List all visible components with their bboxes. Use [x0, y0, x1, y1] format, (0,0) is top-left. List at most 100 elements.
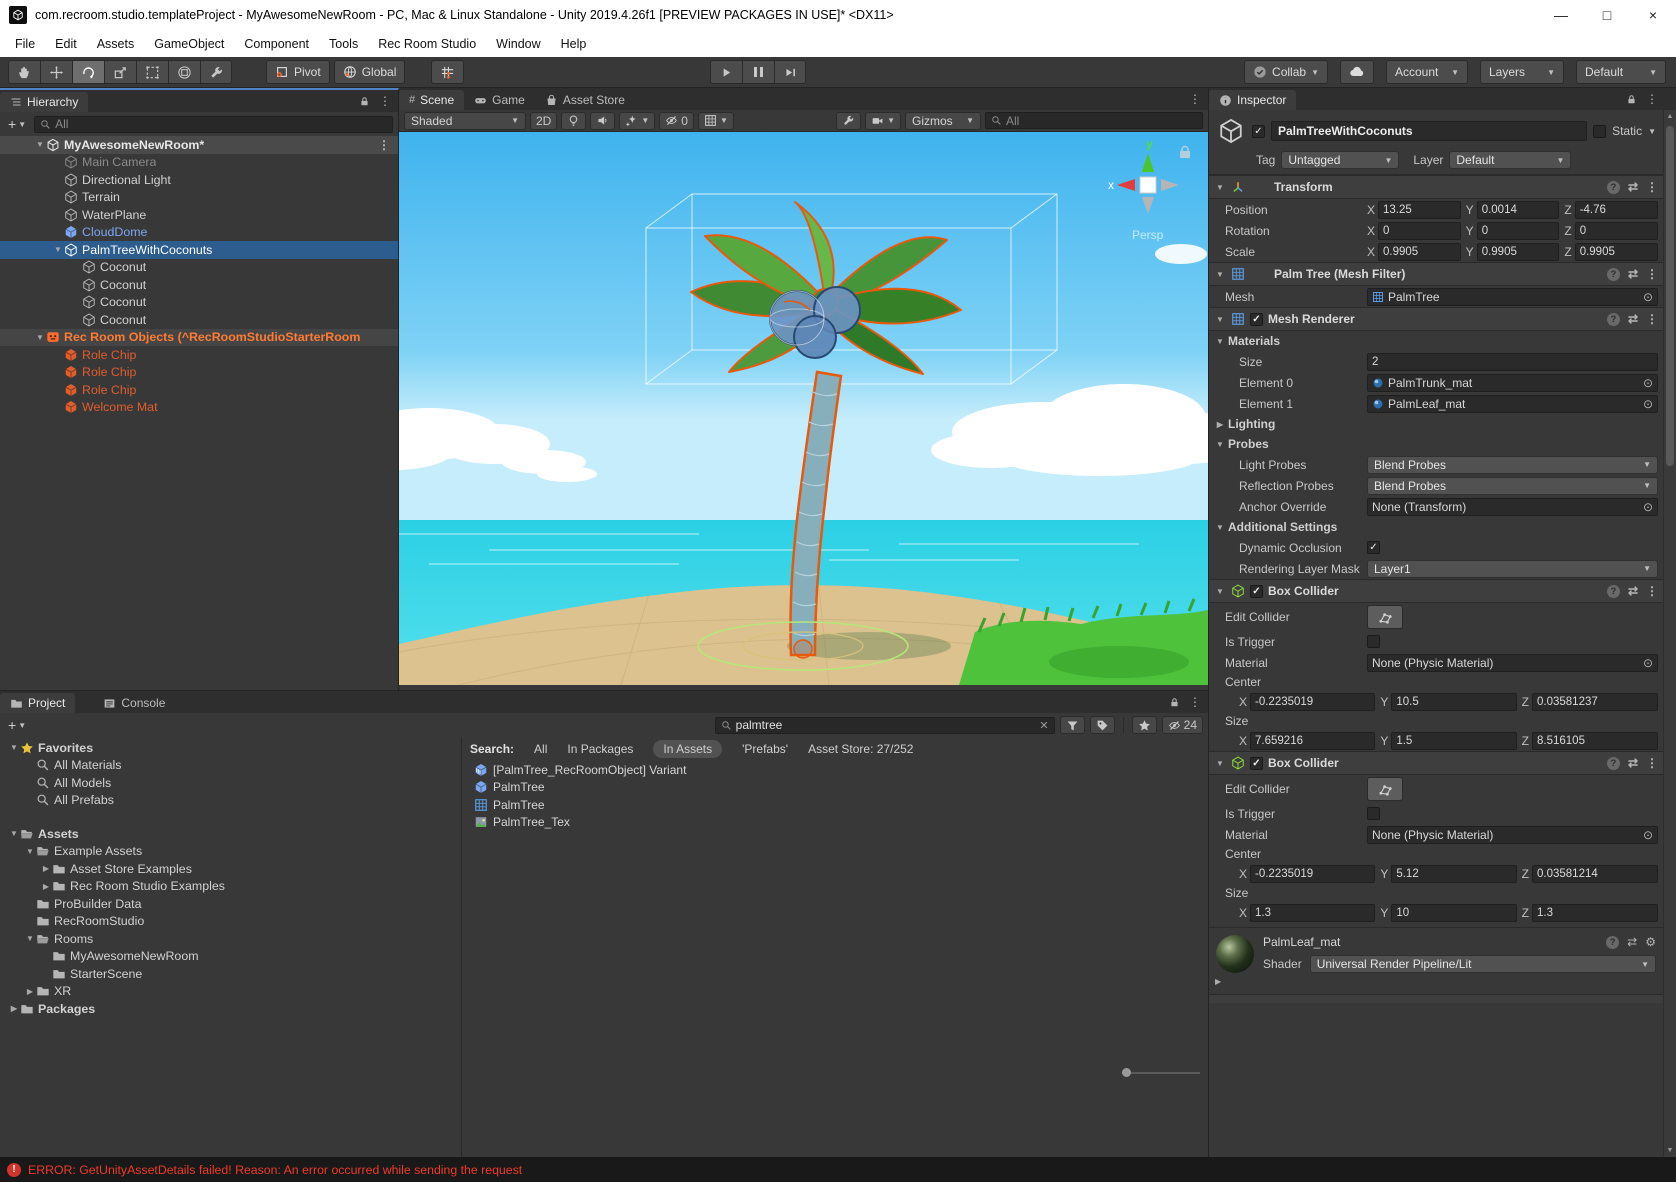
tab-game[interactable]: Game [464, 90, 535, 110]
scale-tool-button[interactable] [104, 60, 136, 84]
collider-material-object-field[interactable]: None (Physic Material)⊙ [1367, 826, 1658, 844]
asset-scale-slider[interactable] [1122, 1068, 1200, 1078]
element-1-object-field[interactable]: PalmLeaf_mat⊙ [1367, 395, 1658, 413]
scene-camera-dropdown[interactable]: ▼ [865, 112, 901, 130]
grid-visual-dropdown[interactable]: ▼ [698, 112, 734, 130]
presets-icon[interactable]: ⇄ [1628, 312, 1638, 326]
project-folder-rec-room-studio-examples[interactable]: ▶Rec Room Studio Examples [0, 878, 461, 896]
expand-arrow-icon[interactable]: ▼ [8, 743, 20, 752]
size-z-field[interactable]: 1.3 [1532, 904, 1658, 922]
search-scope-in-packages[interactable]: In Packages [567, 742, 633, 756]
axis-center-cube[interactable] [1140, 177, 1156, 193]
kebab-menu-icon[interactable]: ⋮ [378, 138, 390, 152]
result-palmtree-tex[interactable]: PalmTree_Tex [462, 814, 1208, 832]
menu-assets[interactable]: Assets [87, 30, 145, 57]
position-x-field[interactable]: 13.25 [1378, 201, 1461, 219]
is-trigger-checkbox[interactable] [1367, 635, 1380, 648]
move-tool-button[interactable] [40, 60, 72, 84]
hierarchy-item-clouddome[interactable]: CloudDome [0, 224, 398, 242]
scale-y-field[interactable]: 0.9905 [1477, 243, 1560, 261]
expand-arrow-icon[interactable]: ▼ [8, 829, 20, 838]
materials-foldout[interactable]: ▼Materials [1209, 331, 1663, 351]
object-picker-icon[interactable]: ⊙ [1643, 376, 1653, 390]
create-menu-button[interactable]: +▼ [5, 116, 29, 132]
hierarchy-item-role-chip[interactable]: Role Chip [0, 364, 398, 382]
size-z-field[interactable]: 8.516105 [1532, 732, 1658, 750]
expand-arrow-icon[interactable]: ▼ [34, 333, 46, 342]
material-foldout-arrow-icon[interactable]: ▶ [1209, 977, 1663, 986]
collab-dropdown[interactable]: Collab▼ [1244, 60, 1328, 84]
probes-foldout[interactable]: ▼Probes [1209, 434, 1663, 454]
gizmos-dropdown[interactable]: Gizmos▼ [905, 112, 981, 130]
scene-tools-button[interactable] [836, 112, 861, 130]
hidden-count-button[interactable]: 24 [1162, 716, 1203, 734]
expand-arrow-icon[interactable]: ▶ [24, 987, 36, 996]
project-folder-packages[interactable]: ▶Packages [0, 1000, 461, 1018]
project-folder-myawesomenewroom[interactable]: MyAwesomeNewRoom [0, 948, 461, 966]
size-y-field[interactable]: 10 [1391, 904, 1516, 922]
kebab-menu-icon[interactable]: ⋮ [1646, 584, 1658, 598]
foldout-arrow-icon[interactable]: ▼ [1214, 759, 1226, 768]
tab-asset-store[interactable]: Asset Store [535, 90, 635, 110]
project-folder-starterscene[interactable]: StarterScene [0, 965, 461, 983]
scale-z-field[interactable]: 0.9905 [1575, 243, 1658, 261]
presets-icon[interactable]: ⇄ [1628, 584, 1638, 598]
search-by-label-button[interactable] [1090, 716, 1115, 734]
help-icon[interactable]: ? [1607, 757, 1620, 770]
favorites-root[interactable]: ▼Favorites [0, 739, 461, 757]
scene-search-input[interactable]: All [985, 112, 1203, 129]
step-button[interactable] [774, 60, 806, 84]
expand-arrow-icon[interactable]: ▼ [52, 245, 64, 254]
kebab-menu-icon[interactable]: ⋮ [1646, 180, 1658, 194]
presets-icon[interactable]: ⇄ [1628, 180, 1638, 194]
dynamic-occlusion-checkbox[interactable]: ✓ [1367, 541, 1380, 554]
project-folder-example-assets[interactable]: ▼Example Assets [0, 843, 461, 861]
lock-icon[interactable] [359, 96, 370, 107]
maximize-button[interactable]: □ [1584, 0, 1630, 30]
presets-icon[interactable]: ⇄ [1628, 756, 1638, 770]
grid-snap-button[interactable] [431, 60, 464, 84]
hand-tool-button[interactable] [8, 60, 40, 84]
hierarchy-item-coconut[interactable]: Coconut [0, 311, 398, 329]
edit-collider-button[interactable] [1367, 605, 1403, 629]
kebab-menu-icon[interactable]: ⋮ [1646, 92, 1658, 106]
chevron-down-icon[interactable]: ▼ [1648, 127, 1656, 136]
kebab-menu-icon[interactable]: ⋮ [1646, 756, 1658, 770]
expand-arrow-icon[interactable]: ▶ [40, 882, 52, 891]
hierarchy-item-role-chip[interactable]: Role Chip [0, 381, 398, 399]
project-folder-xr[interactable]: ▶XR [0, 983, 461, 1001]
kebab-menu-icon[interactable]: ⋮ [1189, 695, 1201, 709]
help-icon[interactable]: ? [1606, 936, 1619, 949]
scroll-down-icon[interactable]: ▼ [1664, 1147, 1676, 1154]
hierarchy-item-role-chip[interactable]: Role Chip [0, 346, 398, 364]
project-folder-recroomstudio[interactable]: RecRoomStudio [0, 913, 461, 931]
component-enabled-checkbox[interactable]: ✓ [1250, 585, 1263, 598]
slider-knob[interactable] [1122, 1068, 1131, 1077]
tab-hierarchy[interactable]: Hierarchy [0, 92, 88, 112]
menu-gameobject[interactable]: GameObject [144, 30, 234, 57]
reflection-probes-dropdown[interactable]: Blend Probes▼ [1367, 477, 1658, 495]
light-probes-dropdown[interactable]: Blend Probes▼ [1367, 456, 1658, 474]
menu-rec-room-studio[interactable]: Rec Room Studio [368, 30, 486, 57]
presets-icon[interactable]: ⇄ [1627, 935, 1637, 949]
menu-tools[interactable]: Tools [319, 30, 368, 57]
kebab-menu-icon[interactable]: ⋮ [379, 94, 391, 108]
hierarchy-search-input[interactable]: All [34, 116, 393, 133]
project-folder-probuilder-data[interactable]: ProBuilder Data [0, 895, 461, 913]
kebab-menu-icon[interactable]: ⋮ [1189, 92, 1201, 106]
help-icon[interactable]: ? [1607, 268, 1620, 281]
hierarchy-item-coconut[interactable]: Coconut [0, 294, 398, 312]
layout-dropdown[interactable]: Default▼ [1576, 60, 1666, 84]
box-collider-component-header[interactable]: ▼ ✓ Box Collider ?⇄⋮ [1209, 579, 1663, 603]
hierarchy-item-palmtreewithcoconuts[interactable]: ▼PalmTreeWithCoconuts [0, 241, 398, 259]
scene-visibility-button[interactable]: 0 [659, 112, 694, 130]
presets-icon[interactable]: ⇄ [1628, 267, 1638, 281]
menu-file[interactable]: File [5, 30, 45, 57]
transform-tool-button[interactable] [168, 60, 200, 84]
scale-x-field[interactable]: 0.9905 [1378, 243, 1461, 261]
anchor-override-object-field[interactable]: None (Transform)⊙ [1367, 498, 1658, 516]
hierarchy-item-waterplane[interactable]: WaterPlane [0, 206, 398, 224]
position-y-field[interactable]: 0.0014 [1477, 201, 1560, 219]
size-x-field[interactable]: 7.659216 [1250, 732, 1375, 750]
center-y-field[interactable]: 5.12 [1391, 865, 1516, 883]
